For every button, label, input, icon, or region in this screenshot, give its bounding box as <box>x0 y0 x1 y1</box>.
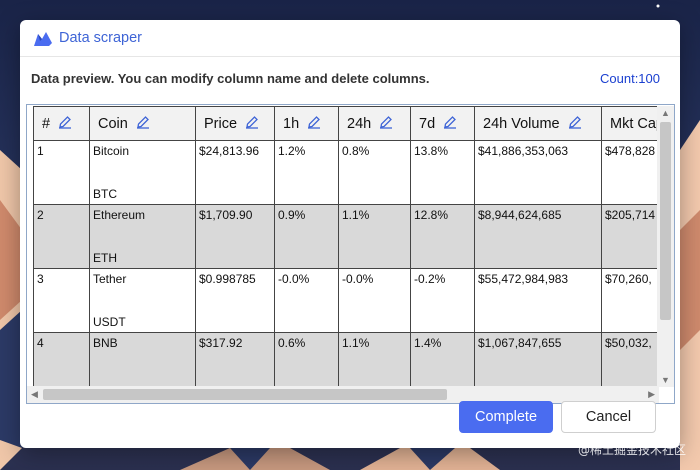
column-header-24h-volume[interactable]: 24h Volume <box>474 106 602 141</box>
table-viewport: # Coin Price 1h 24h 7d 24h Volume Mkt Ca… <box>33 106 657 387</box>
column-header-7d[interactable]: 7d <box>410 106 475 141</box>
cell-price: $1,709.90 <box>195 204 275 269</box>
cell-mkt-cap: $70,260, <box>601 268 657 333</box>
cell-7d: 13.8% <box>410 140 475 205</box>
cell-coin: Ethereum ETH <box>89 204 196 269</box>
cell-1h: 0.6% <box>274 332 339 387</box>
cell-7d: -0.2% <box>410 268 475 333</box>
column-header-mkt-cap[interactable]: Mkt Cap <box>601 106 657 141</box>
cell-7d: 1.4% <box>410 332 475 387</box>
cancel-button[interactable]: Cancel <box>561 401 656 433</box>
scroll-left-arrow-icon[interactable]: ◀ <box>31 389 38 400</box>
column-header-num[interactable]: # <box>33 106 90 141</box>
cell-coin: Tether USDT <box>89 268 196 333</box>
cell-mkt-cap: $205,714 <box>601 204 657 269</box>
edit-column-pencil-icon[interactable] <box>568 115 582 129</box>
dialog-title: Data scraper <box>59 30 143 46</box>
edit-column-pencil-icon[interactable] <box>245 115 259 129</box>
coin-name: BNB <box>93 336 118 350</box>
cell-24h: 1.1% <box>338 204 411 269</box>
cell-price: $24,813.96 <box>195 140 275 205</box>
table-row: 4 BNB $317.92 0.6% 1.1% 1.4% $1,067,847,… <box>33 332 657 387</box>
dialog-header: Data scraper <box>20 20 680 57</box>
cell-coin: BNB <box>89 332 196 387</box>
cell-num: 1 <box>33 140 90 205</box>
scroll-up-arrow-icon[interactable]: ▲ <box>661 108 670 118</box>
cell-1h: 0.9% <box>274 204 339 269</box>
edit-column-pencil-icon[interactable] <box>443 115 457 129</box>
data-preview-table-frame: # Coin Price 1h 24h 7d 24h Volume Mkt Ca… <box>26 104 675 404</box>
horizontal-scroll-thumb[interactable] <box>43 389 447 400</box>
data-preview-table: # Coin Price 1h 24h 7d 24h Volume Mkt Ca… <box>33 106 657 387</box>
column-header-price[interactable]: Price <box>195 106 275 141</box>
scroll-right-arrow-icon[interactable]: ▶ <box>648 389 655 400</box>
preview-info-text: Data preview. You can modify column name… <box>31 71 430 86</box>
cell-num: 2 <box>33 204 90 269</box>
column-header-coin[interactable]: Coin <box>89 106 196 141</box>
edit-column-pencil-icon[interactable] <box>307 115 321 129</box>
coin-name: Ethereum <box>93 208 146 222</box>
cell-num: 3 <box>33 268 90 333</box>
cell-24h-volume: $55,472,984,983 <box>474 268 602 333</box>
complete-button[interactable]: Complete <box>459 401 553 433</box>
column-header-1h[interactable]: 1h <box>274 106 339 141</box>
cell-24h: 1.1% <box>338 332 411 387</box>
data-scraper-dialog: Data scraper Data preview. You can modif… <box>20 20 680 448</box>
scraper-logo-icon <box>34 32 52 46</box>
vertical-scroll-thumb[interactable] <box>660 122 671 320</box>
cell-1h: -0.0% <box>274 268 339 333</box>
cell-7d: 12.8% <box>410 204 475 269</box>
edit-column-pencil-icon[interactable] <box>58 115 72 129</box>
cell-price: $317.92 <box>195 332 275 387</box>
cell-price: $0.998785 <box>195 268 275 333</box>
cell-mkt-cap: $50,032, <box>601 332 657 387</box>
table-header-row: # Coin Price 1h 24h 7d 24h Volume Mkt Ca… <box>33 106 657 141</box>
cell-coin: Bitcoin BTC <box>89 140 196 205</box>
table-row: 1 Bitcoin BTC $24,813.96 1.2% 0.8% 13.8% … <box>33 140 657 205</box>
table-row: 3 Tether USDT $0.998785 -0.0% -0.0% -0.2%… <box>33 268 657 333</box>
cell-num: 4 <box>33 332 90 387</box>
cell-24h-volume: $41,886,353,063 <box>474 140 602 205</box>
coin-symbol: USDT <box>93 315 126 329</box>
edit-column-pencil-icon[interactable] <box>379 115 393 129</box>
edit-column-pencil-icon[interactable] <box>136 115 150 129</box>
watermark: @稀土掘金技术社区 <box>577 443 686 457</box>
cell-24h-volume: $1,067,847,655 <box>474 332 602 387</box>
coin-symbol: ETH <box>93 251 117 265</box>
cell-24h: 0.8% <box>338 140 411 205</box>
row-count: Count:100 <box>600 71 660 86</box>
coin-name: Tether <box>93 272 127 286</box>
cell-1h: 1.2% <box>274 140 339 205</box>
cell-24h: -0.0% <box>338 268 411 333</box>
scroll-down-arrow-icon[interactable]: ▼ <box>661 375 670 385</box>
column-header-24h[interactable]: 24h <box>338 106 411 141</box>
coin-name: Bitcoin <box>93 144 130 158</box>
coin-symbol: BTC <box>93 187 117 201</box>
cell-mkt-cap: $478,828 <box>601 140 657 205</box>
table-row: 2 Ethereum ETH $1,709.90 0.9% 1.1% 12.8% … <box>33 204 657 269</box>
vertical-scrollbar[interactable]: ▲ ▼ <box>657 106 674 387</box>
cell-24h-volume: $8,944,624,685 <box>474 204 602 269</box>
